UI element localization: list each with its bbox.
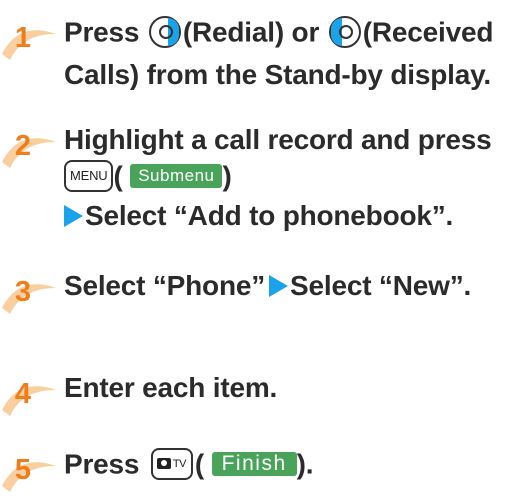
step-5-line-1: Press TV ( Finish). xyxy=(64,448,314,484)
select-phone: Select “Phone” xyxy=(64,270,266,301)
close-paren: ). xyxy=(296,448,314,480)
step-2-line-2: MENU( Submenu) xyxy=(64,160,232,196)
redial-label: (Redial) or xyxy=(182,16,320,48)
tv-label: TV xyxy=(172,458,187,470)
step-2-line-3: Select “Add to phonebook”. xyxy=(64,200,453,232)
select-add-to-phonebook: Select “Add to phonebook”. xyxy=(85,200,454,231)
received-label: (Received xyxy=(362,16,494,48)
softkey-submenu: Submenu xyxy=(130,164,223,188)
open-paren: ( xyxy=(194,448,205,480)
press-text: Press xyxy=(64,16,140,48)
received-calls-key-icon xyxy=(328,16,361,48)
arrow-right-icon xyxy=(64,204,83,227)
step-4-line-1: Enter each item. xyxy=(64,372,278,403)
arrow-right-icon xyxy=(269,274,289,297)
step-3-line-1: Select “Phone” Select “New”. xyxy=(64,270,471,302)
press-text: Press xyxy=(64,448,140,480)
close-paren: ) xyxy=(222,160,232,192)
redial-key-icon xyxy=(148,16,181,48)
step-number: 1 xyxy=(14,22,32,54)
step-1-line-1: Press (Redial) or (Received xyxy=(64,16,493,52)
camera-tv-key-icon: TV xyxy=(150,448,193,480)
softkey-finish: Finish xyxy=(211,452,297,476)
step-1-line-2: Calls) from the Stand-by display. xyxy=(64,59,491,90)
step-number: 4 xyxy=(14,378,32,410)
menu-key-icon: MENU xyxy=(64,160,114,192)
step-2-line-1: Highlight a call record and press xyxy=(64,124,492,155)
step-number: 5 xyxy=(14,454,32,486)
select-new: Select “New”. xyxy=(290,270,472,301)
step-number: 3 xyxy=(14,276,32,308)
step-number: 2 xyxy=(14,130,32,162)
open-paren: ( xyxy=(113,160,123,192)
